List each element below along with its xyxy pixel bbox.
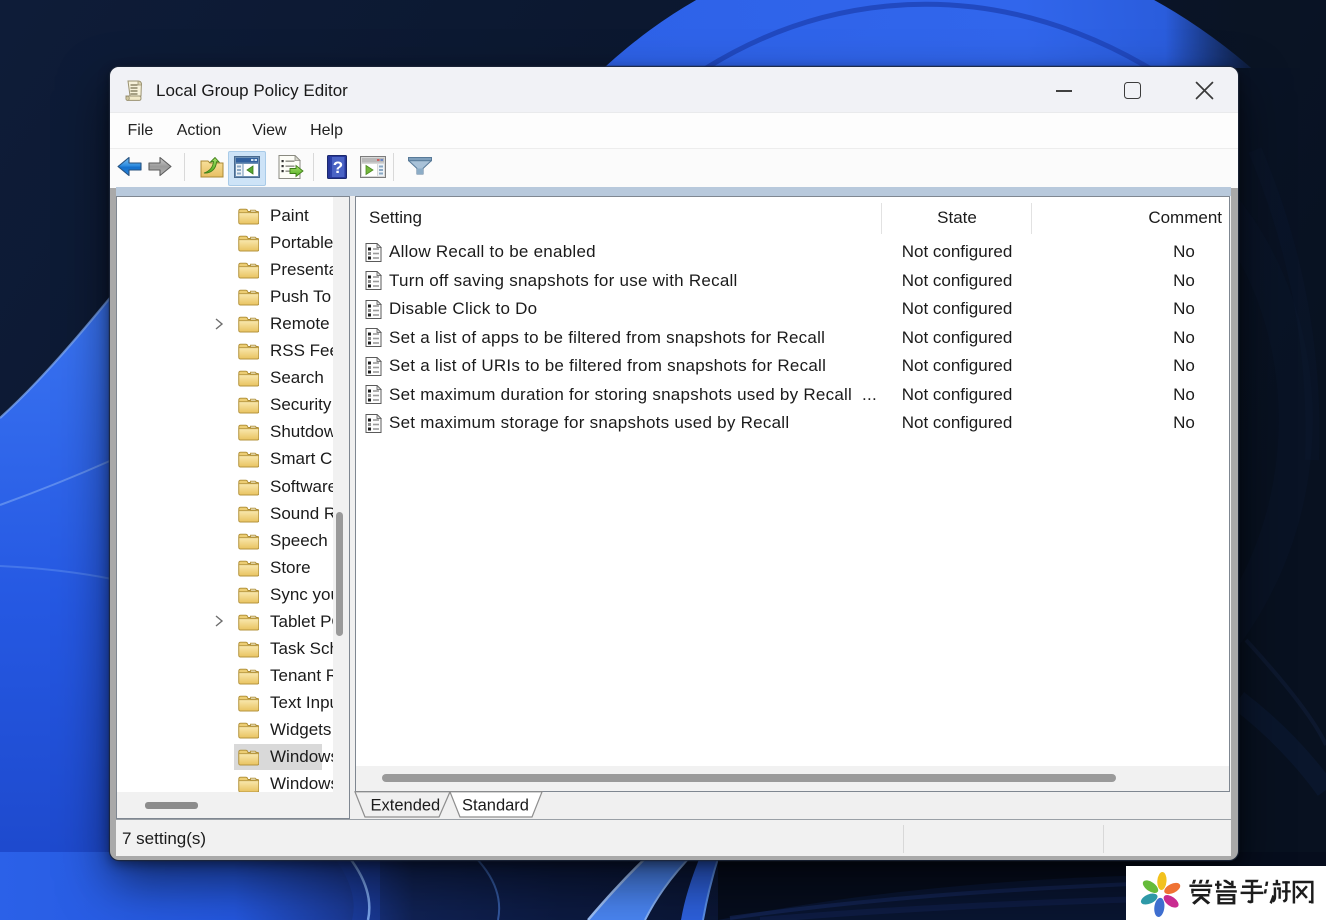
- svg-text:Extended: Extended: [371, 797, 441, 815]
- svg-text:?: ?: [333, 158, 343, 177]
- svg-text:Standard: Standard: [462, 797, 529, 815]
